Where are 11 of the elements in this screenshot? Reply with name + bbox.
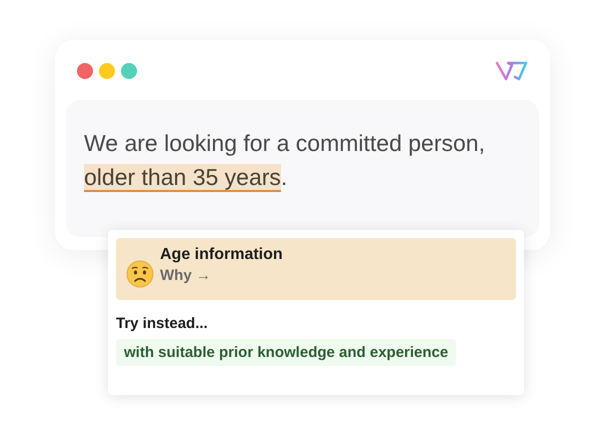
window-dot[interactable] [99,63,115,79]
logo-icon [495,60,528,82]
why-link[interactable]: Why → [160,267,211,284]
window-dot[interactable] [77,63,93,79]
try-instead-label: Try instead... [116,315,209,332]
suggestion-chip[interactable]: with suitable prior knowledge and experience [116,339,456,366]
window-dot[interactable] [121,63,137,79]
issue-title: Age information [160,246,283,264]
worried-emoji-icon [126,260,154,288]
sentence: We are looking for a committed person, older than 35 years. [84,129,486,194]
text-editor[interactable]: We are looking for a committed person, older than 35 years. [66,100,539,237]
